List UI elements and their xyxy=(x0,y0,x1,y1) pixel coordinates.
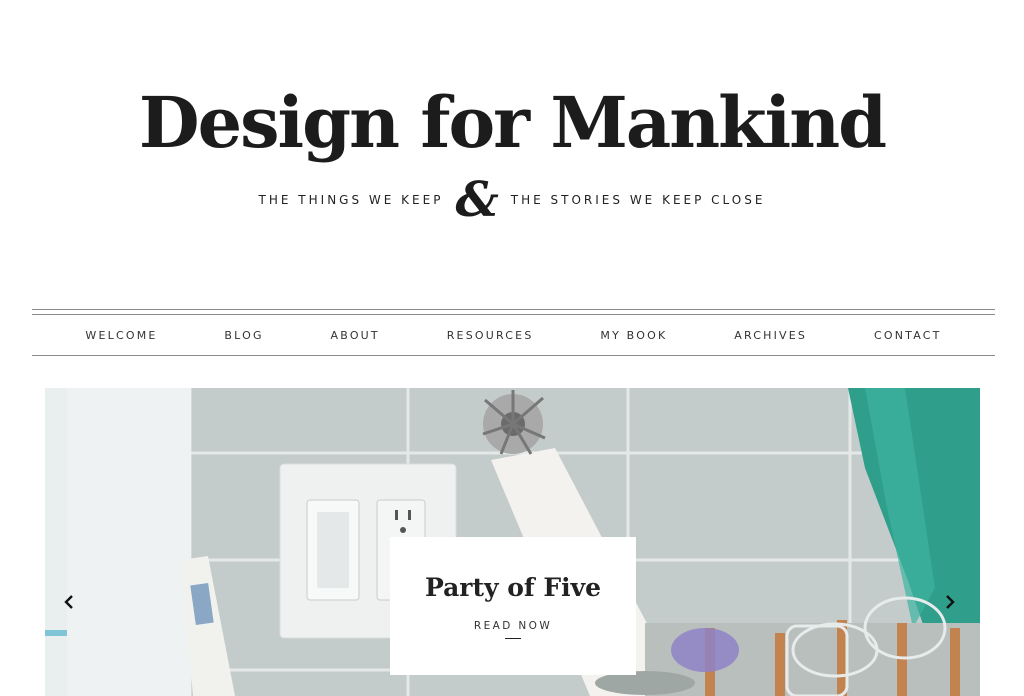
nav-divider-top-inner xyxy=(32,314,995,315)
tagline: THE THINGS WE KEEP & THE STORIES WE KEEP… xyxy=(0,176,1024,224)
nav-item-archives[interactable]: ARCHIVES xyxy=(734,329,807,342)
slide-title[interactable]: Party of Five xyxy=(390,573,636,602)
site-title[interactable]: Design for Mankind xyxy=(0,84,1024,161)
slider-next-button[interactable] xyxy=(942,594,962,614)
nav-item-about[interactable]: ABOUT xyxy=(331,329,380,342)
nav-item-resources[interactable]: RESOURCES xyxy=(447,329,534,342)
chevron-left-icon xyxy=(64,595,73,609)
nav-item-blog[interactable]: BLOG xyxy=(224,329,263,342)
nav-item-my-book[interactable]: MY BOOK xyxy=(600,329,667,342)
slider-prev-button[interactable] xyxy=(63,594,83,614)
page: Design for Mankind THE THINGS WE KEEP & … xyxy=(0,0,1024,696)
slide-caption-card: Party of Five READ NOW xyxy=(390,537,636,675)
tagline-right: THE STORIES WE KEEP CLOSE xyxy=(510,193,766,207)
featured-slider[interactable]: Party of Five READ NOW xyxy=(45,388,980,696)
chevron-right-icon xyxy=(946,595,955,609)
nav-item-contact[interactable]: CONTACT xyxy=(874,329,942,342)
ampersand-glyph: & xyxy=(455,172,499,228)
nav-divider-top xyxy=(32,309,995,310)
read-now-underline xyxy=(505,638,521,639)
main-nav: WELCOME BLOG ABOUT RESOURCES MY BOOK ARC… xyxy=(32,316,995,354)
nav-item-welcome[interactable]: WELCOME xyxy=(85,329,157,342)
tagline-left: THE THINGS WE KEEP xyxy=(258,193,444,207)
read-now-link[interactable]: READ NOW xyxy=(390,620,636,632)
nav-divider-bottom xyxy=(32,355,995,356)
